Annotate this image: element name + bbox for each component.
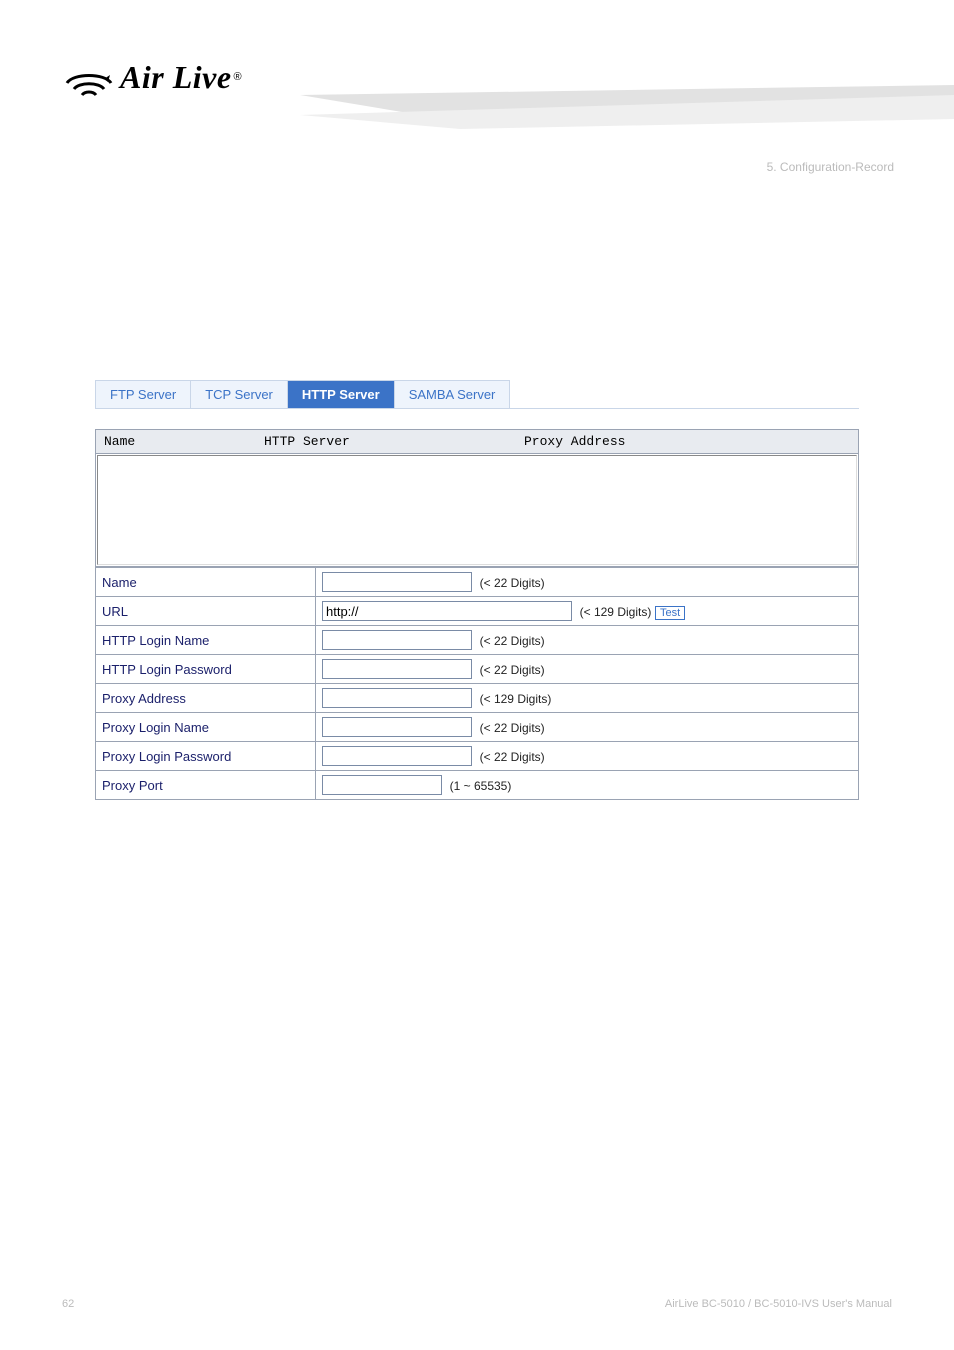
http-login-password-input[interactable]: [322, 659, 472, 679]
wifi-arc-icon: [62, 55, 116, 99]
label-name: Name: [96, 568, 316, 597]
hint-proxy-port: (1 ~ 65535): [450, 779, 512, 793]
col-proxy-address: Proxy Address: [524, 434, 850, 449]
row-proxy-port: Proxy Port (1 ~ 65535): [96, 771, 859, 800]
server-list-body[interactable]: [97, 455, 857, 565]
brand-logo: Air Live ®: [62, 55, 242, 99]
hint-name: (< 22 Digits): [480, 576, 545, 590]
hint-http-login-password: (< 22 Digits): [480, 663, 545, 677]
manual-title: AirLive BC-5010 / BC-5010-IVS User's Man…: [665, 1298, 892, 1310]
row-proxy-login-name: Proxy Login Name (< 22 Digits): [96, 713, 859, 742]
http-login-name-input[interactable]: [322, 630, 472, 650]
config-panel: FTP Server TCP Server HTTP Server SAMBA …: [95, 380, 859, 800]
col-http-server: HTTP Server: [264, 434, 524, 449]
page-header: Air Live ®: [0, 0, 954, 130]
row-http-login-password: HTTP Login Password (< 22 Digits): [96, 655, 859, 684]
label-proxy-address: Proxy Address: [96, 684, 316, 713]
page-footer: 62 AirLive BC-5010 / BC-5010-IVS User's …: [62, 1298, 892, 1310]
chapter-label: 5. Configuration-Record: [767, 160, 894, 174]
label-proxy-port: Proxy Port: [96, 771, 316, 800]
brand-text: Air Live: [120, 59, 232, 96]
desc-proxy-address: Proxy Address:Type the server name or th…: [130, 1138, 874, 1152]
server-list-header: Name HTTP Server Proxy Address: [96, 430, 858, 454]
hint-proxy-login-password: (< 22 Digits): [480, 750, 545, 764]
desc-http-login-password: HTTP Login Password:Type the password fo…: [130, 1068, 874, 1082]
server-tabbar: FTP Server TCP Server HTTP Server SAMBA …: [95, 380, 859, 409]
http-server-form: Name (< 22 Digits) URL (< 129 Digits) Te…: [95, 567, 859, 800]
row-proxy-login-password: Proxy Login Password (< 22 Digits): [96, 742, 859, 771]
test-button[interactable]: Test: [655, 606, 685, 620]
tab-tcp-server[interactable]: TCP Server: [190, 380, 288, 408]
field-descriptions: Name:The user can specify multiple HTTP …: [130, 830, 874, 1222]
hint-proxy-login-name: (< 22 Digits): [480, 721, 545, 735]
header-swoosh-icon: [300, 85, 954, 140]
hint-http-login-name: (< 22 Digits): [480, 634, 545, 648]
proxy-address-input[interactable]: [322, 688, 472, 708]
desc-http-login-name: HTTP Login name:Type the user name for t…: [130, 998, 874, 1012]
label-http-login-password: HTTP Login Password: [96, 655, 316, 684]
tab-http-server[interactable]: HTTP Server: [287, 380, 395, 408]
registered-mark: ®: [234, 71, 242, 83]
col-name: Name: [104, 434, 264, 449]
label-proxy-login-name: Proxy Login Name: [96, 713, 316, 742]
label-proxy-login-password: Proxy Login Password: [96, 742, 316, 771]
proxy-login-name-input[interactable]: [322, 717, 472, 737]
row-url: URL (< 129 Digits) Test: [96, 597, 859, 626]
tab-ftp-server[interactable]: FTP Server: [95, 380, 191, 408]
tab-samba-server[interactable]: SAMBA Server: [394, 380, 511, 408]
desc-url: URL:Type the server name or the IP addre…: [130, 914, 874, 942]
row-proxy-address: Proxy Address (< 129 Digits): [96, 684, 859, 713]
desc-proxy-login-name: Proxy Login name:Type the user name for …: [130, 1208, 874, 1222]
proxy-login-password-input[interactable]: [322, 746, 472, 766]
page-number: 62: [62, 1298, 74, 1310]
proxy-port-input[interactable]: [322, 775, 442, 795]
hint-url: (< 129 Digits): [580, 605, 652, 619]
row-name: Name (< 22 Digits): [96, 568, 859, 597]
label-http-login-name: HTTP Login Name: [96, 626, 316, 655]
label-url: URL: [96, 597, 316, 626]
url-input[interactable]: [322, 601, 572, 621]
row-http-login-name: HTTP Login Name (< 22 Digits): [96, 626, 859, 655]
hint-proxy-address: (< 129 Digits): [480, 692, 552, 706]
server-listbox: Name HTTP Server Proxy Address: [95, 429, 859, 567]
name-input[interactable]: [322, 572, 472, 592]
desc-name: Name:The user can specify multiple HTTP …: [130, 830, 874, 858]
